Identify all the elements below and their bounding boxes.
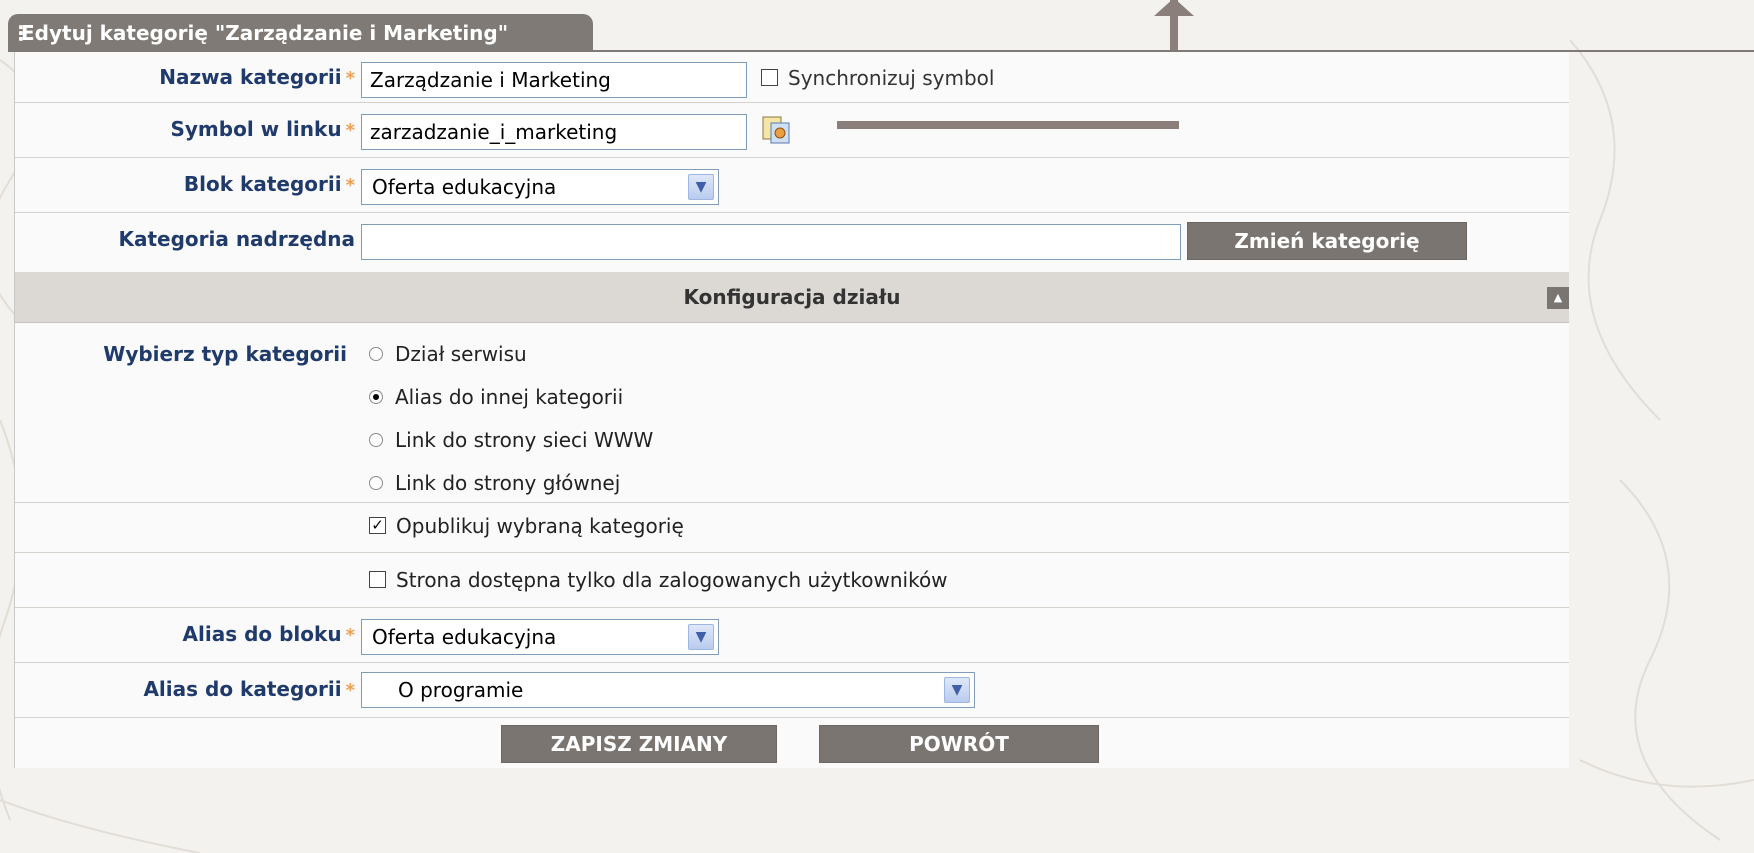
- nadrzedna-input[interactable]: [361, 224, 1181, 260]
- radio-label: Link do strony głównej: [395, 471, 621, 495]
- required-star: *: [345, 120, 355, 141]
- row-actions: ZAPISZ ZMIANY POWRÓT: [15, 717, 1569, 768]
- logged-only-label: Strona dostępna tylko dla zalogowanych u…: [396, 568, 948, 592]
- edit-category-tab: ⋮Edytuj kategorię "Zarządzanie i Marketi…: [8, 14, 593, 52]
- required-star: *: [345, 680, 355, 701]
- row-alias-blok: Alias do bloku * Oferta edukacyjna ▼: [15, 607, 1569, 663]
- change-category-button[interactable]: Zmień kategorię: [1187, 222, 1467, 260]
- sync-label: Synchronizuj symbol: [788, 66, 995, 90]
- tab-title: Edytuj kategorię "Zarządzanie i Marketin…: [21, 21, 509, 45]
- radio-link-home[interactable]: Link do strony głównej: [369, 471, 620, 495]
- generate-symbol-icon[interactable]: [761, 115, 793, 145]
- type-label: Wybierz typ kategorii: [103, 342, 347, 366]
- sync-checkbox-box[interactable]: [761, 69, 778, 86]
- blok-select[interactable]: Oferta edukacyjna ▼: [361, 169, 719, 205]
- required-star: *: [345, 175, 355, 196]
- checkbox-checked[interactable]: ✓: [369, 517, 386, 534]
- section-header: Konfiguracja działu ▲: [15, 272, 1569, 323]
- radio-dzial-serwisu[interactable]: Dział serwisu: [369, 342, 527, 366]
- section-title: Konfiguracja działu: [683, 285, 901, 309]
- chevron-down-icon[interactable]: ▼: [688, 174, 714, 200]
- radio-button-selected[interactable]: [369, 389, 383, 404]
- checkbox-unchecked[interactable]: [369, 571, 386, 588]
- blok-selected-value: Oferta edukacyjna: [372, 175, 557, 199]
- row-nazwa: Nazwa kategorii * Zarządzanie i Marketing…: [15, 52, 1569, 103]
- radio-label: Dział serwisu: [395, 342, 527, 366]
- alias-blok-select[interactable]: Oferta edukacyjna ▼: [361, 619, 719, 655]
- radio-alias[interactable]: Alias do innej kategorii: [369, 385, 623, 409]
- required-star: *: [345, 625, 355, 646]
- alias-kat-label: Alias do kategorii *: [143, 677, 355, 701]
- symbol-label: Symbol w linku *: [170, 117, 355, 141]
- logged-only-checkbox[interactable]: Strona dostępna tylko dla zalogowanych u…: [369, 568, 948, 592]
- nadrzedna-label: Kategoria nadrzędna: [118, 227, 355, 251]
- sync-checkbox[interactable]: Synchronizuj symbol: [761, 66, 994, 90]
- arrow-horizontal-line: [837, 121, 1179, 129]
- radio-label: Link do strony sieci WWW: [395, 428, 654, 452]
- symbol-input[interactable]: zarzadzanie_i_marketing: [361, 114, 747, 150]
- collapse-icon[interactable]: ▲: [1547, 287, 1569, 309]
- publish-checkbox[interactable]: ✓ Opublikuj wybraną kategorię: [369, 514, 684, 538]
- nazwa-input[interactable]: Zarządzanie i Marketing: [361, 62, 747, 98]
- alias-blok-selected-value: Oferta edukacyjna: [372, 625, 557, 649]
- radio-label: Alias do innej kategorii: [395, 385, 624, 409]
- alias-kat-select[interactable]: O programie ▼: [361, 672, 975, 708]
- radio-link-www[interactable]: Link do strony sieci WWW: [369, 428, 653, 452]
- alias-blok-label: Alias do bloku *: [182, 622, 355, 646]
- radio-button[interactable]: [369, 475, 383, 490]
- row-alias-kat: Alias do kategorii * O programie ▼: [15, 662, 1569, 718]
- row-publish: ✓ Opublikuj wybraną kategorię: [15, 502, 1569, 553]
- radio-button[interactable]: [369, 432, 383, 447]
- save-button[interactable]: ZAPISZ ZMIANY: [501, 725, 777, 763]
- alias-kat-selected-value: O programie: [398, 678, 524, 702]
- radio-button[interactable]: [369, 346, 383, 361]
- row-blok: Blok kategorii * Oferta edukacyjna ▼: [15, 157, 1569, 213]
- nazwa-label: Nazwa kategorii *: [159, 65, 355, 89]
- chevron-down-icon[interactable]: ▼: [688, 624, 714, 650]
- row-logged-only: Strona dostępna tylko dla zalogowanych u…: [15, 552, 1569, 608]
- chevron-down-icon[interactable]: ▼: [944, 677, 970, 703]
- edit-category-form: Nazwa kategorii * Zarządzanie i Marketing…: [14, 52, 1569, 768]
- publish-label: Opublikuj wybraną kategorię: [396, 514, 684, 538]
- grip-icon: ⋮: [11, 21, 31, 45]
- back-button[interactable]: POWRÓT: [819, 725, 1099, 763]
- row-type: Wybierz typ kategorii Dział serwisu Alia…: [15, 322, 1569, 503]
- row-nadrzedna: Kategoria nadrzędna Zmień kategorię: [15, 212, 1569, 272]
- blok-label: Blok kategorii *: [183, 172, 355, 196]
- row-symbol: Symbol w linku * zarzadzanie_i_marketing: [15, 102, 1569, 158]
- required-star: *: [345, 68, 355, 89]
